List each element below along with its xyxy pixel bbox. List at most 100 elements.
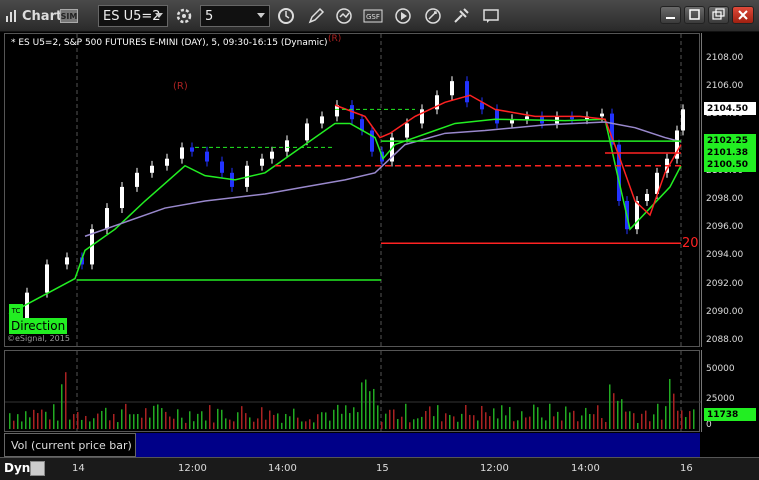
candle-body — [681, 109, 685, 131]
price-chart[interactable]: * ES U5=2, S&P 500 FUTURES E-MINI (DAY),… — [4, 33, 701, 348]
interval-value: 5 — [205, 8, 214, 24]
close-button[interactable] — [732, 6, 754, 24]
volume-bar — [421, 416, 423, 429]
volume-bar — [365, 379, 367, 429]
candle-body — [220, 161, 224, 173]
price-axis[interactable]: 2108.002106.002104.002102.002100.002098.… — [701, 33, 757, 347]
volume-bar — [257, 418, 259, 429]
volume-chart-canvas[interactable] — [5, 351, 701, 433]
candle-body — [320, 116, 324, 124]
volume-bar — [385, 413, 387, 429]
volume-bar — [617, 400, 619, 429]
volume-bar — [485, 412, 487, 429]
volume-study-label[interactable]: Vol (current price bar) — [4, 433, 136, 457]
volume-bar — [281, 422, 283, 429]
volume-bar — [441, 421, 443, 429]
refresh-icon[interactable] — [333, 5, 355, 27]
candle-body — [190, 147, 194, 152]
volume-bar — [265, 419, 267, 429]
volume-bar — [173, 418, 175, 429]
volume-bar — [225, 418, 227, 429]
volume-bar — [13, 420, 15, 429]
time-tick-label: 12:00 — [480, 463, 509, 474]
volume-bar — [593, 414, 595, 429]
volume-bar — [221, 409, 223, 429]
price-tick-label: 2094.00 — [706, 250, 744, 261]
volume-bar — [505, 415, 507, 429]
volume-bar — [529, 416, 531, 429]
price-tick-label: 2096.00 — [706, 222, 744, 233]
volume-bar — [653, 414, 655, 429]
volume-bar — [361, 382, 363, 429]
volume-bar — [577, 421, 579, 429]
volume-bar — [213, 422, 215, 429]
volume-chart[interactable] — [4, 350, 701, 433]
volume-bar — [153, 405, 155, 429]
maximize-button[interactable] — [684, 6, 705, 24]
volume-bar — [177, 409, 179, 429]
settings-icon[interactable] — [173, 5, 195, 27]
volume-bar — [681, 410, 683, 429]
gsf-icon[interactable]: GSF — [362, 5, 384, 27]
volume-tick-label: 0 — [706, 420, 712, 430]
candle-body — [525, 116, 529, 120]
volume-bar — [405, 403, 407, 429]
volume-bar — [125, 403, 127, 429]
volume-bar — [601, 418, 603, 429]
volume-bar — [549, 403, 551, 429]
price-tick-label: 2106.00 — [706, 81, 744, 92]
volume-bar — [165, 411, 167, 429]
time-tick-label: 15 — [376, 463, 389, 474]
time-axis[interactable]: Dyn 14 12:00 14:00 15 12:00 14:00 16 — [0, 457, 759, 480]
volume-bar — [241, 406, 243, 429]
chat-icon[interactable] — [480, 5, 502, 27]
volume-bar — [569, 412, 571, 429]
candle-body — [305, 123, 309, 141]
link-icon[interactable] — [422, 5, 444, 27]
volume-axis[interactable]: 50000 25000 0 11738 — [701, 350, 757, 432]
volume-bar — [489, 416, 491, 429]
volume-bar — [237, 412, 239, 429]
chevron-down-icon[interactable] — [257, 13, 265, 18]
volume-bar — [657, 403, 659, 429]
volume-bar — [437, 405, 439, 429]
volume-bar — [525, 417, 527, 429]
volume-bar — [369, 391, 371, 429]
r-marker-top: (R) — [328, 34, 342, 44]
volume-bar — [605, 421, 607, 429]
restore-button[interactable] — [708, 6, 729, 24]
chevron-down-icon[interactable] — [155, 13, 163, 18]
volume-bar — [277, 413, 279, 429]
volume-bar — [17, 414, 19, 429]
price-tag: 2101.38 — [704, 146, 756, 160]
volume-bar — [29, 417, 31, 429]
volume-bar — [373, 388, 375, 429]
symbol-input[interactable]: ES U5=2 — [98, 5, 168, 27]
volume-bar — [293, 408, 295, 429]
volume-bar — [137, 413, 139, 429]
volume-bar — [417, 418, 419, 429]
play-icon[interactable] — [392, 5, 414, 27]
time-tick-label: 12:00 — [178, 463, 207, 474]
volume-bar — [169, 416, 171, 429]
volume-bar — [409, 422, 411, 429]
volume-bar — [209, 405, 211, 429]
volume-bar — [629, 411, 631, 429]
tools-icon[interactable] — [450, 5, 472, 27]
price-chart-canvas[interactable] — [5, 34, 701, 348]
dyn-settings-icon[interactable] — [30, 461, 45, 476]
pencil-icon[interactable] — [305, 5, 327, 27]
candle-body — [25, 292, 29, 321]
clock-icon[interactable] — [275, 5, 297, 27]
svg-text:GSF: GSF — [366, 13, 380, 21]
interval-select[interactable]: 5 — [200, 5, 270, 27]
volume-bar — [501, 405, 503, 429]
volume-bar — [349, 413, 351, 429]
minimize-button[interactable] — [660, 6, 681, 24]
time-tick-label: 14:00 — [268, 463, 297, 474]
volume-bar — [377, 405, 379, 429]
candle-body — [285, 140, 289, 152]
volume-bar — [353, 407, 355, 429]
candle-body — [495, 109, 499, 124]
volume-bar — [317, 414, 319, 429]
